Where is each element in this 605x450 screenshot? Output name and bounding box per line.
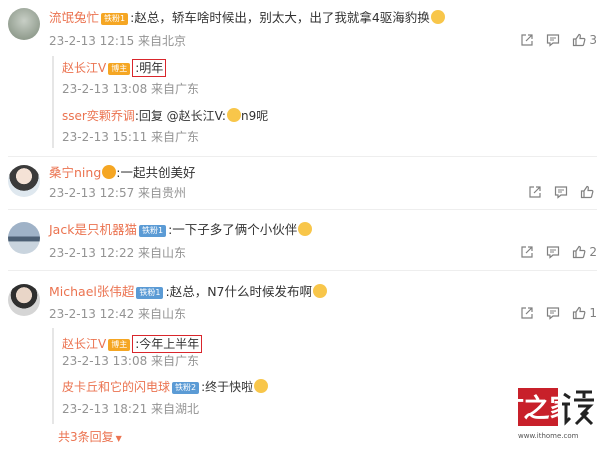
reply-username[interactable]: 赵长江V (62, 61, 106, 75)
like-button[interactable] (580, 185, 597, 199)
avatar[interactable] (8, 8, 40, 40)
divider (8, 156, 597, 157)
comment-icon (547, 246, 560, 259)
comment-button[interactable] (546, 33, 560, 47)
avatar[interactable] (8, 284, 40, 316)
username[interactable]: Michael张伟超 (49, 284, 134, 299)
reply-username[interactable]: sser奕颗乔调 (62, 109, 135, 123)
reply-username[interactable]: 赵长江V (62, 337, 106, 351)
like-count: 3 (589, 33, 597, 47)
username[interactable]: Jack是只机器猫 (49, 222, 137, 237)
share-button[interactable] (520, 245, 534, 259)
comment-text: :一起共创美好 (116, 165, 196, 180)
chevron-down-icon: ▼ (115, 434, 122, 443)
like-icon (573, 33, 586, 47)
like-icon (573, 306, 586, 320)
emoji-icon (254, 379, 269, 393)
divider (8, 209, 597, 210)
username[interactable]: 流氓兔忙 (49, 10, 99, 25)
like-icon (580, 185, 594, 199)
fan-badge: 铁粉2 (172, 382, 200, 394)
share-icon (521, 34, 533, 46)
comment-meta: 23-2-13 12:42 来自山东 (49, 307, 187, 321)
more-replies-label: 共3条回复 (58, 430, 114, 444)
comment-icon (547, 307, 560, 320)
reply-meta: 23-2-13 18:21 来自湖北 (62, 402, 200, 416)
reply-item: 皮卡丘和它的闪电球 铁粉2:终于快啦 (62, 379, 269, 395)
share-icon (529, 186, 541, 198)
reply-text: :回复 @赵长江V: (134, 109, 226, 123)
highlighted-reply-text: :今年上半年 (132, 335, 203, 353)
comment-meta: 23-2-13 12:22 来自山东 (49, 246, 187, 260)
reply-item: 赵长江V 博主:明年 (62, 59, 167, 77)
comment-text: :赵总，轿车啥时候出，别太大，出了我就拿4驱海豹换 (130, 10, 430, 25)
avatar[interactable] (8, 165, 40, 197)
comment-text: :一下子多了俩个小伙伴 (168, 222, 298, 237)
emoji-icon (226, 108, 241, 122)
share-icon (521, 307, 533, 319)
reply-text: :终于快啦 (201, 380, 254, 394)
like-count: 2 (589, 245, 597, 259)
comment-button[interactable] (546, 306, 560, 320)
like-icon (573, 245, 586, 259)
reply-meta: 23-2-13 13:08 来自广东 (62, 82, 200, 96)
comment-button[interactable] (546, 245, 560, 259)
reply-username[interactable]: 皮卡丘和它的闪电球 (62, 380, 170, 394)
emoji-icon (430, 10, 445, 24)
share-button[interactable] (520, 33, 534, 47)
blogger-badge: 博主 (108, 339, 131, 351)
like-count: 1 (589, 306, 597, 320)
highlighted-reply-text: :明年 (132, 59, 167, 77)
username[interactable]: 桑宁ning (49, 165, 101, 180)
fan-badge: 铁粉1 (138, 225, 167, 237)
blogger-badge: 博主 (108, 63, 131, 75)
share-button[interactable] (520, 306, 534, 320)
more-replies-link[interactable]: 共3条回复 ▼ (58, 428, 122, 445)
comment-meta: 23-2-13 12:15 来自北京 (49, 34, 187, 48)
share-button[interactable] (528, 185, 542, 199)
reply-item: 赵长江V 博主:今年上半年 (62, 335, 203, 353)
divider (8, 270, 597, 271)
like-button[interactable]: 2 (572, 245, 597, 259)
share-icon (521, 246, 533, 258)
reply-meta: 23-2-13 13:08 来自广东 (62, 354, 200, 368)
reply-meta: 23-2-13 15:11 来自广东 (62, 130, 200, 144)
fan-badge: 铁粉1 (101, 13, 129, 25)
reply-text-2: n9呢 (240, 109, 269, 123)
reply-thread: 赵长江V 博主:今年上半年 23-2-13 13:08 来自广东 皮卡丘和它的闪电… (52, 328, 269, 424)
reply-thread: 赵长江V 博主:明年 23-2-13 13:08 来自广东 sser奕颗乔调:回复… (52, 56, 268, 148)
emoji-icon (313, 284, 327, 298)
watermark-url: www.ithome.com (518, 432, 579, 440)
comment-button[interactable] (554, 185, 568, 199)
like-button[interactable]: 3 (572, 33, 597, 47)
emoji-icon (102, 165, 117, 179)
avatar[interactable] (8, 222, 40, 254)
ithome-logo: IT之家 (518, 388, 594, 426)
comment-icon (547, 34, 560, 47)
comment-text: :赵总，N7什么时候发布啊 (165, 284, 312, 299)
reply-item: sser奕颗乔调:回复 @赵长江V: n9呢 (62, 108, 268, 124)
comment-icon (554, 186, 568, 199)
fan-badge: 铁粉1 (136, 287, 164, 299)
like-button[interactable]: 1 (572, 306, 597, 320)
comment-meta: 23-2-13 12:57 来自贵州 (49, 186, 187, 200)
emoji-icon (298, 222, 313, 236)
